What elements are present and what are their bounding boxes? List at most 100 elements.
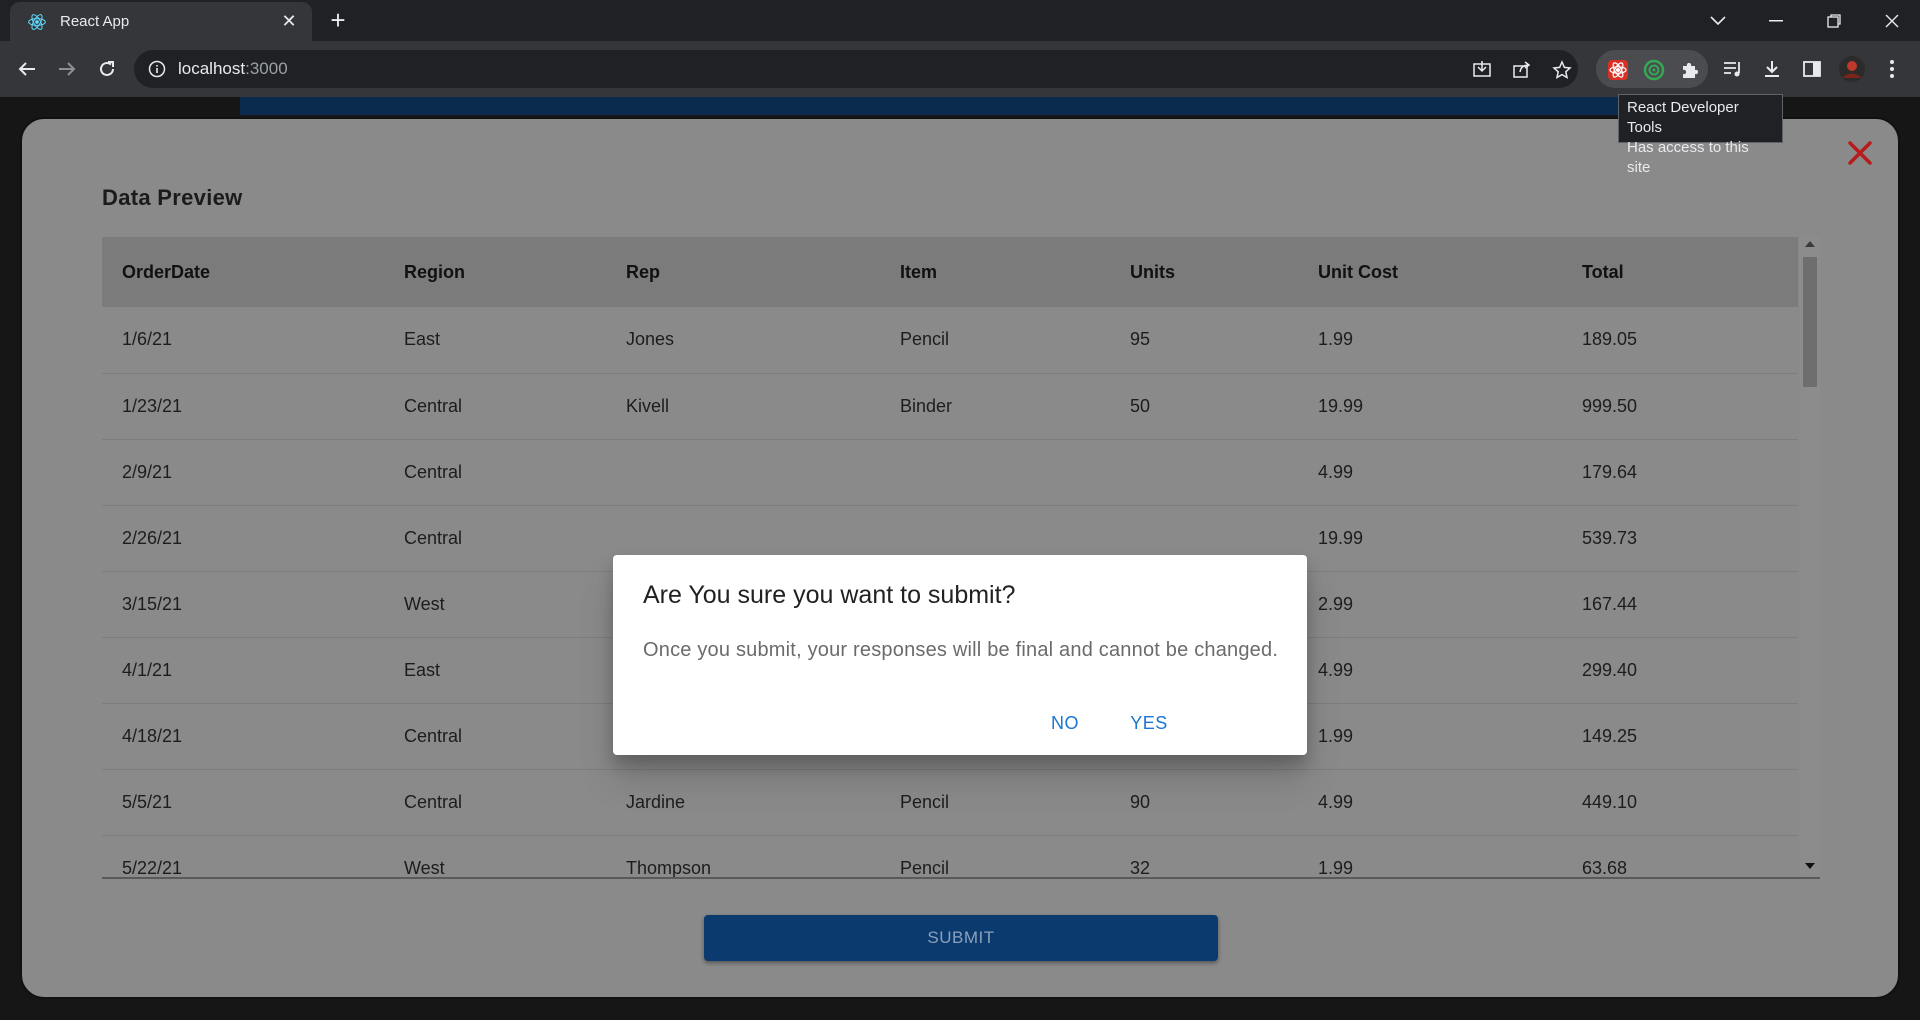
table-cell: East xyxy=(404,329,441,350)
confirm-dialog: Are You sure you want to submit? Once yo… xyxy=(613,555,1307,755)
forward-icon[interactable] xyxy=(49,51,85,87)
table-cell: West xyxy=(404,593,445,614)
tab-title: React App xyxy=(60,13,130,30)
new-tab-button[interactable]: + xyxy=(323,6,353,36)
back-icon[interactable] xyxy=(9,51,45,87)
column-header: Rep xyxy=(626,261,661,282)
table-cell: 95 xyxy=(1130,329,1151,350)
table-cell: 4.99 xyxy=(1318,461,1354,482)
table-divider xyxy=(102,877,1820,879)
extension-tooltip: React Developer Tools Has access to this… xyxy=(1618,94,1783,176)
extensions-group xyxy=(1596,50,1708,88)
table-header-row: OrderDate Region Rep Item Units Unit Cost Tota… xyxy=(102,237,1798,307)
table-cell: 179.64 xyxy=(1582,461,1638,482)
close-window-button[interactable] xyxy=(1864,0,1920,41)
scroll-thumb[interactable] xyxy=(1803,257,1817,387)
table-cell: Pencil xyxy=(900,329,950,350)
table-cell: 4/18/21 xyxy=(122,725,183,746)
table-row: 1/6/21 East Jones Pencil 95 1.99 189.05 xyxy=(102,307,1798,373)
dialog-title: Are You sure you want to submit? xyxy=(643,581,1016,609)
tooltip-line-1: React Developer Tools xyxy=(1627,99,1739,136)
table-scrollbar[interactable] xyxy=(1800,237,1820,877)
table-cell: 2/26/21 xyxy=(122,527,183,548)
table-cell: Kivell xyxy=(626,395,670,416)
minimize-button[interactable] xyxy=(1748,0,1804,41)
yes-button[interactable]: YES xyxy=(1117,705,1181,741)
scroll-down-arrow[interactable] xyxy=(1805,863,1815,869)
close-icon[interactable] xyxy=(1840,133,1880,173)
tab-search-icon[interactable] xyxy=(1690,0,1746,41)
column-header: Region xyxy=(404,261,465,282)
scroll-up-arrow[interactable] xyxy=(1805,241,1815,247)
avatar[interactable] xyxy=(1838,55,1866,83)
install-icon[interactable] xyxy=(1470,58,1494,82)
table-cell: Binder xyxy=(900,395,953,416)
table-cell xyxy=(606,439,880,505)
table-cell xyxy=(880,439,1110,505)
url-text: localhost:3000 xyxy=(178,59,288,79)
table-cell: 5/5/21 xyxy=(122,791,173,812)
table-cell: 1/23/21 xyxy=(122,395,183,416)
table-cell: 63.68 xyxy=(1582,857,1628,878)
table-cell: East xyxy=(404,659,441,680)
dialog-text: Once you submit, your responses will be … xyxy=(643,639,1279,661)
page-viewport: Data Preview OrderDate Region Rep Item Units… xyxy=(0,97,1920,1020)
ext-react-devtools-icon[interactable] xyxy=(1606,58,1630,82)
side-panel-icon[interactable] xyxy=(1798,55,1826,83)
column-header: OrderDate xyxy=(122,261,211,282)
table-cell: Jardine xyxy=(626,791,686,812)
table-cell: 4.99 xyxy=(1318,659,1354,680)
table-cell: Central xyxy=(404,395,463,416)
share-icon[interactable] xyxy=(1510,58,1534,82)
table-cell: 2.99 xyxy=(1318,593,1354,614)
url-port: :3000 xyxy=(245,59,288,78)
table-cell: 149.25 xyxy=(1582,725,1638,746)
url-host: localhost xyxy=(178,59,246,78)
info-icon[interactable] xyxy=(148,60,166,78)
table-row: 5/22/21 West Thompson Pencil 32 1.99 63.68 xyxy=(102,835,1798,878)
table-cell: Jones xyxy=(626,329,675,350)
reload-icon[interactable] xyxy=(89,51,125,87)
table-cell: 4/1/21 xyxy=(122,659,173,680)
tab-strip: React App ✕ + xyxy=(0,0,1920,41)
browser-tab[interactable]: React App ✕ xyxy=(10,2,312,41)
column-header: Item xyxy=(900,261,938,282)
table-cell: 299.40 xyxy=(1582,659,1638,680)
puzzle-icon[interactable] xyxy=(1678,58,1702,82)
table-row: 1/23/21 Central Kivell Binder 50 19.99 999.50 xyxy=(102,373,1798,439)
submit-button[interactable]: SUBMIT xyxy=(704,915,1218,961)
table-cell: 189.05 xyxy=(1582,329,1638,350)
table-cell: Central xyxy=(404,527,463,548)
table-cell: 3/15/21 xyxy=(122,593,183,614)
media-icon[interactable] xyxy=(1718,55,1746,83)
table-cell: 1/6/21 xyxy=(122,329,173,350)
table-cell: 32 xyxy=(1130,857,1151,878)
menu-icon[interactable] xyxy=(1878,55,1906,83)
table-cell: 167.44 xyxy=(1582,593,1638,614)
tab-close-icon[interactable]: ✕ xyxy=(278,11,300,32)
no-button[interactable]: NO xyxy=(1037,705,1093,741)
star-icon[interactable] xyxy=(1550,58,1574,82)
table-cell: Central xyxy=(404,725,463,746)
table-cell: 999.50 xyxy=(1582,395,1638,416)
react-icon xyxy=(26,11,48,33)
address-bar[interactable]: localhost:3000 xyxy=(134,50,1578,88)
download-icon[interactable] xyxy=(1758,55,1786,83)
column-header: Total xyxy=(1582,261,1624,282)
table-cell: 50 xyxy=(1130,395,1151,416)
app-header-strip xyxy=(240,97,1660,115)
tooltip-line-2: Has access to this site xyxy=(1627,139,1749,176)
browser-toolbar: localhost:3000 xyxy=(0,41,1920,97)
table-cell: 19.99 xyxy=(1318,527,1364,548)
table-cell: Central xyxy=(404,791,463,812)
table-cell: 4.99 xyxy=(1318,791,1354,812)
column-header: Units xyxy=(1130,261,1175,282)
restore-button[interactable] xyxy=(1806,0,1862,41)
table-row: 2/9/21 Central 4.99 179.64 xyxy=(102,439,1798,505)
ext-circle-icon[interactable] xyxy=(1642,58,1666,82)
table-cell: 1.99 xyxy=(1318,725,1354,746)
page-title: Data Preview xyxy=(102,185,243,210)
table-cell: Pencil xyxy=(900,791,950,812)
table-cell: 1.99 xyxy=(1318,329,1354,350)
table-cell: 2/9/21 xyxy=(122,461,173,482)
